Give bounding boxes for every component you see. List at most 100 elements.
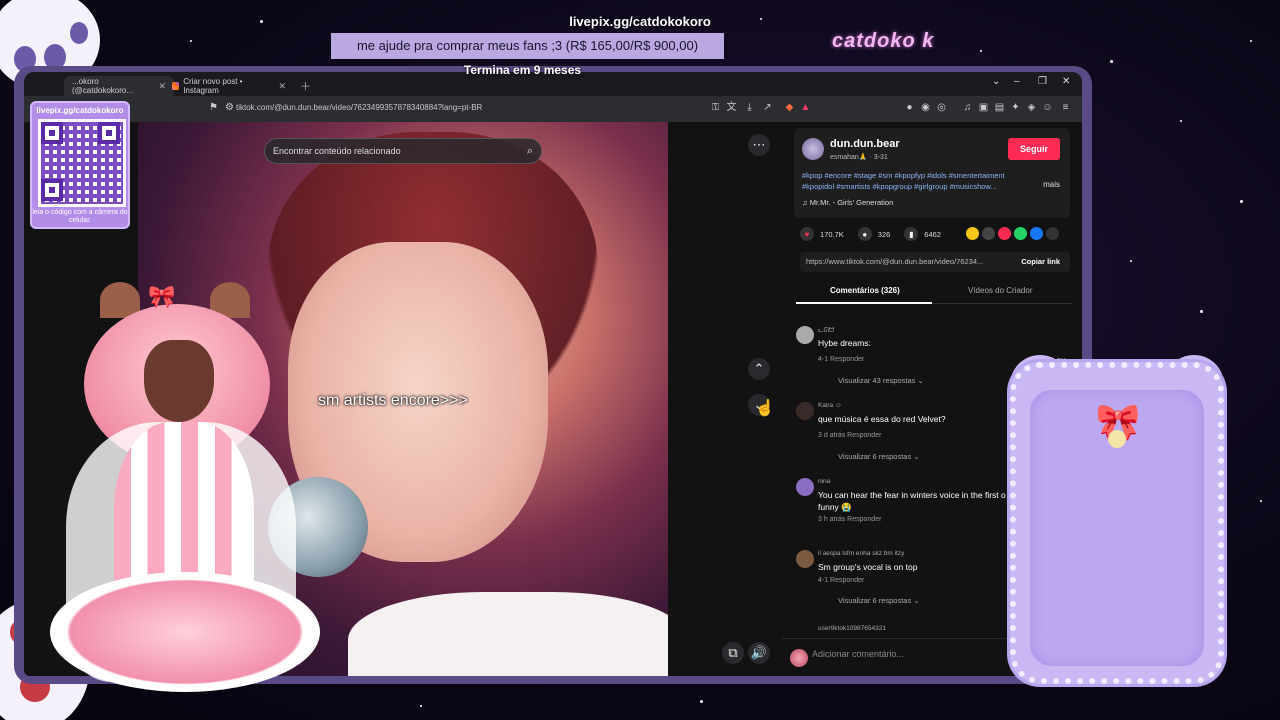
send-icon[interactable] bbox=[998, 227, 1011, 240]
rewards-icon[interactable]: ▲ bbox=[800, 102, 811, 113]
related-search-input[interactable]: Encontrar conteúdo relacionado ⌕ bbox=[264, 138, 542, 164]
donation-time-left: Termina em 9 meses bbox=[463, 63, 582, 77]
stream-scene: ...okoro (@catdokokoro... ✕ Criar novo p… bbox=[0, 0, 1280, 720]
volume-icon[interactable]: 🔊 bbox=[748, 642, 770, 664]
comment-user[interactable]: il aespa lsfm enha skz bm itzy bbox=[818, 550, 904, 557]
extensions-icon[interactable]: ✦ bbox=[1010, 102, 1021, 113]
star bbox=[1200, 310, 1203, 313]
comment-text: que música é essa do red Velvet? bbox=[818, 414, 946, 424]
extension-icon[interactable]: ◉ bbox=[920, 102, 931, 113]
avatar-face bbox=[144, 340, 214, 422]
comment-meta[interactable]: 4-1 Responder bbox=[818, 356, 864, 363]
bell-icon bbox=[1108, 430, 1126, 448]
site-info-icon[interactable]: ⚙ bbox=[224, 102, 235, 113]
comment-avatar[interactable] bbox=[796, 550, 814, 568]
creator-avatar[interactable] bbox=[802, 138, 824, 160]
brave-shield-icon[interactable]: ◆ bbox=[784, 102, 795, 113]
profile-icon[interactable]: ☺ bbox=[1042, 102, 1053, 113]
avatar-bow-icon: 🎀 bbox=[148, 284, 176, 309]
copy-link-button[interactable]: Copiar link bbox=[1021, 257, 1060, 266]
view-replies-button[interactable]: Visualizar 43 respostas ⌄ bbox=[838, 376, 924, 385]
vpn-icon[interactable]: ◈ bbox=[1026, 102, 1037, 113]
close-window-button[interactable]: ✕ bbox=[1062, 76, 1070, 87]
brand-logo: catdoko k bbox=[832, 30, 935, 52]
saves-count: 6462 bbox=[924, 229, 941, 239]
wallet-icon[interactable]: ▤ bbox=[994, 102, 1005, 113]
music-link[interactable]: ♫ Mr.Mr. - Girls' Generation bbox=[802, 198, 893, 207]
comment-avatar[interactable] bbox=[796, 478, 814, 496]
comment-avatar[interactable] bbox=[796, 326, 814, 344]
stats-row: ♥ 170.7K ● 326 ▮ 6462 bbox=[800, 224, 941, 244]
share-link-row: https://www.tiktok.com/@dun.dun.bear/vid… bbox=[800, 252, 1070, 272]
extension-icon[interactable]: ◎ bbox=[936, 102, 947, 113]
creator-subtitle: esmahan🙏 · 3-31 bbox=[830, 154, 888, 161]
more-options-icon[interactable]: ⋯ bbox=[748, 134, 770, 156]
heart-icon[interactable]: ♥ bbox=[800, 227, 814, 241]
tab-label: ...okoro (@catdokokoro... bbox=[72, 77, 134, 95]
user-avatar bbox=[790, 649, 808, 667]
follow-button[interactable]: Seguir bbox=[1008, 138, 1060, 160]
comments-count: 326 bbox=[877, 229, 891, 239]
tab-creator-videos[interactable]: Vídeos do Criador bbox=[968, 286, 1032, 295]
comment-user[interactable]: Kaira ☺ bbox=[818, 402, 842, 409]
extension-icon[interactable]: ● bbox=[904, 102, 915, 113]
tab-label: Criar novo post • Instagram bbox=[183, 77, 243, 95]
coin-icon[interactable] bbox=[966, 227, 979, 240]
comments-tabs: Comentários (326) Vídeos do Criador bbox=[796, 280, 1072, 304]
creator-name[interactable]: dun.dun.bear bbox=[830, 138, 900, 150]
comment-meta[interactable]: 3 d atrás Responder bbox=[818, 432, 881, 439]
download-icon[interactable]: ⤓ bbox=[744, 102, 755, 113]
view-replies-button[interactable]: Visualizar 6 respostas ⌄ bbox=[838, 596, 920, 605]
qr-instructions: leia o código com a câmera do celular. bbox=[32, 209, 128, 224]
video-caption: sm artists encore>>> bbox=[318, 392, 468, 409]
comment-avatar[interactable] bbox=[796, 402, 814, 420]
qr-url: livepix.gg/catdokokoro bbox=[36, 106, 124, 115]
more-link[interactable]: mais bbox=[1043, 180, 1060, 189]
embed-icon[interactable] bbox=[982, 227, 995, 240]
tab-comments[interactable]: Comentários (326) bbox=[830, 286, 900, 295]
donation-goal-bar: me ajude pra comprar meus fans ;3 (R$ 16… bbox=[331, 33, 724, 59]
share-link-url[interactable]: https://www.tiktok.com/@dun.dun.bear/vid… bbox=[806, 257, 1002, 266]
avatar-skirt bbox=[50, 572, 320, 692]
previous-video-button[interactable]: ⌃ bbox=[748, 358, 770, 380]
view-replies-button[interactable]: Visualizar 6 respostas ⌄ bbox=[838, 452, 920, 461]
qr-finder bbox=[41, 179, 63, 201]
tab-instagram[interactable]: Criar novo post • Instagram ✕ bbox=[164, 76, 294, 96]
comment-icon[interactable]: ● bbox=[857, 227, 872, 241]
sidebar-icon[interactable]: ▣ bbox=[978, 102, 989, 113]
tab-tiktok[interactable]: ...okoro (@catdokokoro... ✕ bbox=[64, 76, 174, 96]
instagram-icon bbox=[172, 82, 180, 90]
new-tab-button[interactable]: ＋ bbox=[300, 78, 311, 94]
menu-icon[interactable]: ≡ bbox=[1060, 102, 1071, 113]
comment-user[interactable]: ᓚᘏᗢ bbox=[818, 326, 834, 335]
comment-text: Sm group's vocal is on top bbox=[818, 562, 918, 572]
add-comment-input[interactable]: Adicionar comentário... bbox=[812, 649, 904, 659]
chevron-down-icon[interactable]: ⌄ bbox=[992, 76, 1000, 87]
star bbox=[700, 700, 703, 703]
comment-user[interactable]: nina bbox=[818, 478, 830, 485]
share-icon[interactable]: ↗ bbox=[762, 102, 773, 113]
star bbox=[1240, 200, 1243, 203]
translate-icon[interactable]: 文 bbox=[726, 102, 737, 113]
creator-card: dun.dun.bear esmahan🙏 · 3-31 Seguir #kpo… bbox=[794, 128, 1070, 218]
maximize-button[interactable]: ❐ bbox=[1038, 76, 1047, 87]
hashtags[interactable]: #kpop #encore #stage #sm #kpopfyp #idols… bbox=[802, 170, 1030, 192]
search-icon[interactable]: ⌕ bbox=[527, 139, 533, 163]
bookmark-icon[interactable]: ⚑ bbox=[208, 102, 219, 113]
comment-meta[interactable]: 3 h atrás Responder bbox=[818, 516, 881, 523]
qr-finder bbox=[98, 122, 120, 144]
music-icon[interactable]: ♫ bbox=[962, 102, 973, 113]
whatsapp-icon[interactable] bbox=[1014, 227, 1027, 240]
close-icon[interactable]: ✕ bbox=[278, 81, 286, 92]
share-arrow-icon[interactable] bbox=[1046, 227, 1059, 240]
pip-icon[interactable]: ⧉ bbox=[722, 642, 744, 664]
reader-icon[interactable]: ⚿ bbox=[710, 102, 721, 113]
comment-user[interactable]: user9ktok10987654321 bbox=[818, 625, 886, 632]
comment-meta[interactable]: 4-1 Responder bbox=[818, 577, 864, 584]
minimize-button[interactable]: – bbox=[1014, 76, 1020, 87]
url-field[interactable]: tiktok.com/@dun.dun.bear/video/762349935… bbox=[236, 103, 482, 112]
facebook-icon[interactable] bbox=[1030, 227, 1043, 240]
star bbox=[980, 50, 982, 52]
address-bar: ⚑ ⚙ tiktok.com/@dun.dun.bear/video/76234… bbox=[24, 96, 1082, 122]
bookmark-icon[interactable]: ▮ bbox=[904, 227, 919, 241]
